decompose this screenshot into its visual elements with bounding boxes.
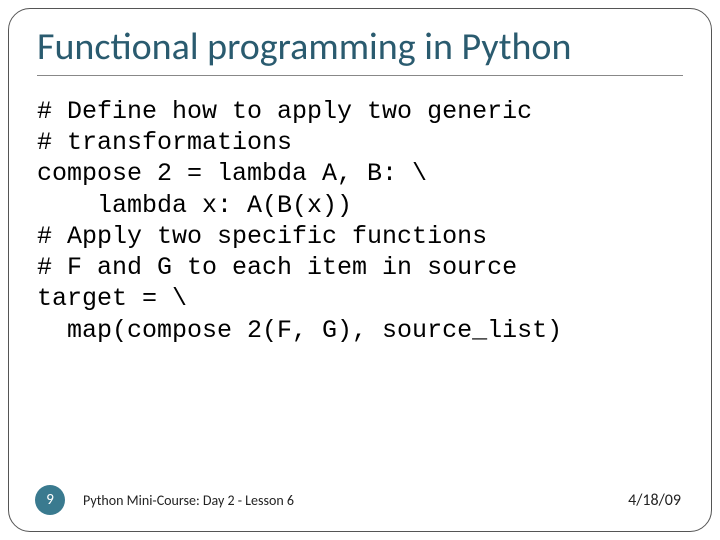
date-label: 4/18/09 xyxy=(628,491,681,510)
code-example: # Define how to apply two generic # tran… xyxy=(37,96,683,346)
slide-frame: Functional programming in Python # Defin… xyxy=(8,8,712,532)
course-label: Python Mini-Course: Day 2 - Lesson 6 xyxy=(83,492,294,509)
slide-title: Functional programming in Python xyxy=(37,27,683,76)
page-number-badge: 9 xyxy=(35,485,65,515)
footer: 9 Python Mini-Course: Day 2 - Lesson 6 4… xyxy=(9,485,711,515)
